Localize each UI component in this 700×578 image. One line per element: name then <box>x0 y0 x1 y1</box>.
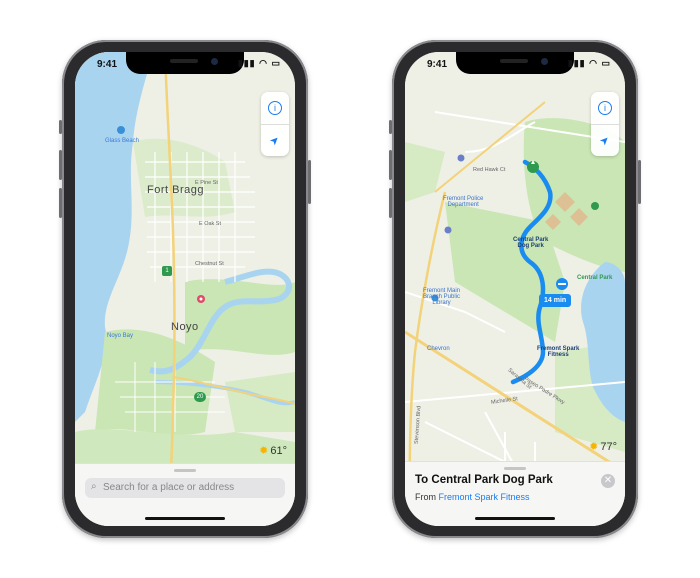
status-bar: 9:41 ▮▮▮ ◠ ▭ <box>75 57 295 75</box>
info-button[interactable]: i <box>261 92 289 125</box>
status-time: 9:41 <box>97 59 118 70</box>
info-icon: i <box>268 101 282 115</box>
home-indicator[interactable] <box>145 517 225 520</box>
search-placeholder: Search for a place or address <box>103 482 235 493</box>
location-arrow-icon: ➤ <box>267 132 283 148</box>
power-button <box>308 160 311 204</box>
label-police-department: Fremont Police Department <box>443 196 484 208</box>
location-button[interactable]: ➤ <box>591 124 619 156</box>
close-button[interactable]: ✕ <box>601 474 615 488</box>
sheet-grabber[interactable] <box>174 469 196 472</box>
from-link[interactable]: Fremont Spark Fitness <box>439 492 530 502</box>
search-field[interactable]: ⌕ Search for a place or address <box>85 478 285 498</box>
volume-up-button <box>59 150 62 180</box>
label-chestnut-st: Chestnut St <box>195 261 224 267</box>
close-icon: ✕ <box>603 475 613 486</box>
location-button[interactable]: ➤ <box>261 124 289 156</box>
weather-temp: 61° <box>270 445 287 457</box>
volume-up-button <box>389 150 392 180</box>
label-e-pine-st: E Pine St <box>195 180 218 186</box>
route-20-shield: 20 <box>194 392 206 402</box>
weather-badge: ✹ 77° <box>589 440 617 453</box>
from-label: From <box>415 492 436 502</box>
sun-icon: ✹ <box>589 441 599 453</box>
info-icon: i <box>598 101 612 115</box>
weather-badge: ✹ 61° <box>259 444 287 457</box>
status-icons: ▮▮▮ ◠ ▭ <box>237 58 281 68</box>
directions-from: From Fremont Spark Fitness <box>415 492 530 502</box>
right-phone-frame: 9:41 ▮▮▮ ◠ ▭ Red Hawk Ct Fremont Police … <box>389 40 641 538</box>
label-chevron: Chevron <box>427 346 450 352</box>
info-button[interactable]: i <box>591 92 619 125</box>
weather-temp: 77° <box>600 441 617 453</box>
search-sheet[interactable]: ⌕ Search for a place or address <box>75 463 295 526</box>
label-glass-beach: Glass Beach <box>105 138 140 144</box>
label-fitness: Fremont Spark Fitness <box>537 346 580 358</box>
search-icon: ⌕ <box>91 481 97 492</box>
label-red-hawk-ct: Red Hawk Ct <box>473 167 506 173</box>
label-noyo: Noyo <box>171 321 199 333</box>
home-indicator[interactable] <box>475 517 555 520</box>
sheet-grabber[interactable] <box>504 467 526 470</box>
label-e-oak-st: E Oak St <box>199 221 222 227</box>
right-screen: 9:41 ▮▮▮ ◠ ▭ Red Hawk Ct Fremont Police … <box>405 52 625 526</box>
location-arrow-icon: ➤ <box>597 132 613 148</box>
label-library: Fremont Main Branch Public Library <box>423 288 461 306</box>
status-bar: 9:41 ▮▮▮ ◠ ▭ <box>405 57 625 75</box>
label-dog-park: Central Park Dog Park <box>513 237 549 249</box>
left-screen: 9:41 ▮▮▮ ◠ ▭ Glass Beach Fort Bragg E Pi… <box>75 52 295 526</box>
mute-switch <box>59 120 62 134</box>
directions-sheet[interactable]: To Central Park Dog Park From Fremont Sp… <box>405 461 625 526</box>
directions-title: To Central Park Dog Park <box>415 474 553 486</box>
map-controls: i ➤ <box>591 92 619 156</box>
status-time: 9:41 <box>427 59 448 70</box>
power-button <box>638 160 641 204</box>
label-noyo-bay: Noyo Bay <box>107 333 134 339</box>
map-controls: i ➤ <box>261 92 289 156</box>
mute-switch <box>389 120 392 134</box>
volume-down-button <box>59 188 62 218</box>
left-phone-frame: 9:41 ▮▮▮ ◠ ▭ Glass Beach Fort Bragg E Pi… <box>59 40 311 538</box>
status-icons: ▮▮▮ ◠ ▭ <box>567 58 611 68</box>
route-1-shield: 1 <box>162 266 172 276</box>
eta-badge[interactable]: 14 min <box>539 294 572 307</box>
label-central-park: Central Park <box>577 275 613 281</box>
sun-icon: ✹ <box>259 445 269 457</box>
volume-down-button <box>389 188 392 218</box>
